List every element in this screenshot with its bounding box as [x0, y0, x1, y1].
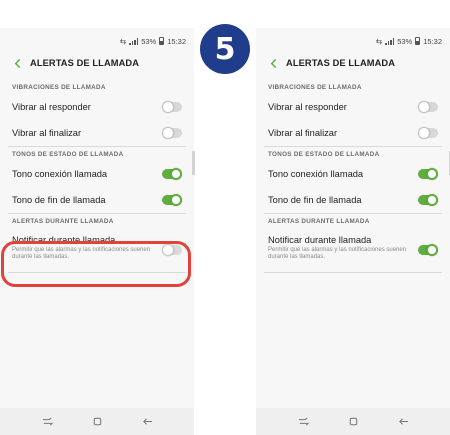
toggle-vibrate-end[interactable]	[162, 127, 182, 139]
status-bar: ⇆ 53% 15:32	[376, 36, 442, 46]
setting-vibrate-answer[interactable]: Vibrar al responder	[256, 94, 450, 120]
setting-label: Vibrar al responder	[268, 102, 347, 112]
clock: 15:32	[423, 36, 442, 46]
wifi-call-icon: ⇆	[119, 36, 127, 46]
setting-end-tone[interactable]: Tono de fin de llamada	[256, 187, 450, 213]
setting-notify-during-call[interactable]: Notificar durante llamada Permitir que l…	[256, 228, 450, 272]
battery-percent: 53%	[141, 36, 157, 46]
section-header-alerts: ALERTAS DURANTE LLAMADA	[12, 217, 114, 225]
navigation-bar	[256, 408, 450, 435]
page-title: ALERTAS DE LLAMADA	[286, 58, 396, 68]
app-header: ALERTAS DE LLAMADA	[256, 52, 450, 74]
toggle-connect-tone[interactable]	[162, 168, 182, 180]
page-title: ALERTAS DE LLAMADA	[30, 58, 140, 68]
setting-label: Tono de fin de llamada	[12, 195, 106, 205]
toggle-vibrate-answer[interactable]	[162, 101, 182, 113]
setting-label: Tono conexión llamada	[12, 169, 108, 179]
battery-icon	[159, 37, 165, 45]
step-number-badge: 5	[200, 24, 250, 74]
setting-label: Vibrar al responder	[12, 102, 91, 112]
divider	[264, 272, 442, 273]
setting-label: Notificar durante llamada	[268, 235, 372, 245]
section-header-tones: TONOS DE ESTADO DE LLAMADA	[268, 150, 380, 158]
toggle-vibrate-end[interactable]	[418, 127, 438, 139]
signal-icon	[385, 37, 395, 45]
clock: 15:32	[167, 36, 186, 46]
wifi-call-icon: ⇆	[375, 36, 383, 46]
toggle-end-tone[interactable]	[162, 194, 182, 206]
settings-list: VIBRACIONES DE LLAMADA Vibrar al respond…	[256, 80, 450, 273]
app-header: ALERTAS DE LLAMADA	[0, 52, 194, 74]
battery-percent: 53%	[397, 36, 413, 46]
setting-label: Vibrar al finalizar	[12, 128, 82, 138]
setting-label: Vibrar al finalizar	[268, 128, 338, 138]
section-header-alerts: ALERTAS DURANTE LLAMADA	[268, 217, 370, 225]
back-nav-icon[interactable]	[397, 416, 409, 428]
back-nav-icon[interactable]	[141, 416, 153, 428]
recents-icon[interactable]	[297, 416, 309, 428]
navigation-bar	[0, 408, 194, 435]
setting-vibrate-end[interactable]: Vibrar al finalizar	[0, 120, 194, 146]
back-arrow-icon[interactable]	[267, 57, 279, 69]
phone-screen-after: ⇆ 53% 15:32 ALERTAS DE LLAMADA VIBRACION…	[256, 28, 450, 435]
setting-vibrate-answer[interactable]: Vibrar al responder	[0, 94, 194, 120]
back-arrow-icon[interactable]	[11, 57, 23, 69]
setting-connect-tone[interactable]: Tono conexión llamada	[256, 161, 450, 187]
status-bar: ⇆ 53% 15:32	[120, 36, 186, 46]
setting-connect-tone[interactable]: Tono conexión llamada	[0, 161, 194, 187]
toggle-notify-during-call[interactable]	[418, 244, 438, 256]
phone-screen-before: ⇆ 53% 15:32 ALERTAS DE LLAMADA VIBRACION…	[0, 28, 194, 435]
toggle-end-tone[interactable]	[418, 194, 438, 206]
home-icon[interactable]	[91, 416, 103, 428]
setting-end-tone[interactable]: Tono de fin de llamada	[0, 187, 194, 213]
toggle-connect-tone[interactable]	[418, 168, 438, 180]
home-icon[interactable]	[347, 416, 359, 428]
battery-icon	[415, 37, 421, 45]
recents-icon[interactable]	[41, 416, 53, 428]
highlight-circle	[1, 241, 191, 287]
side-scroll-indicator	[192, 151, 195, 175]
section-header-vibration: VIBRACIONES DE LLAMADA	[12, 83, 106, 91]
section-header-tones: TONOS DE ESTADO DE LLAMADA	[12, 150, 124, 158]
section-header-vibration: VIBRACIONES DE LLAMADA	[268, 83, 362, 91]
setting-vibrate-end[interactable]: Vibrar al finalizar	[256, 120, 450, 146]
setting-label: Tono conexión llamada	[268, 169, 364, 179]
setting-description: Permitir que las alarmas y las notificac…	[268, 247, 407, 261]
signal-icon	[129, 37, 139, 45]
setting-label: Tono de fin de llamada	[268, 195, 362, 205]
toggle-vibrate-answer[interactable]	[418, 101, 438, 113]
